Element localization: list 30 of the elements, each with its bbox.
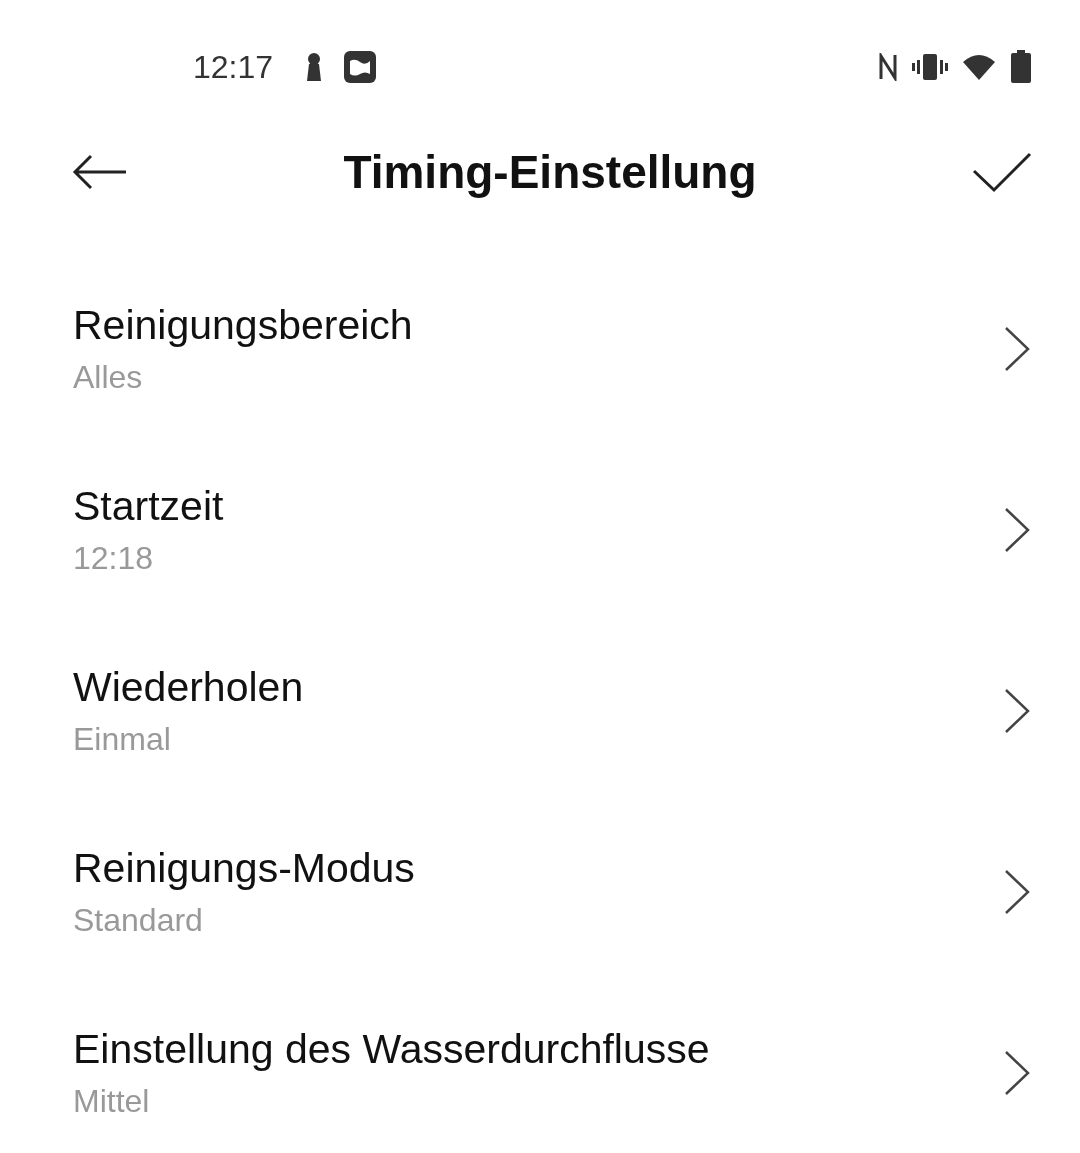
image-icon: [343, 50, 378, 84]
settings-item[interactable]: Startzeit 12:18: [0, 439, 1080, 620]
setting-value: Einmal: [73, 720, 172, 758]
setting-value: 12:18: [73, 539, 155, 577]
nfc-icon: [878, 53, 898, 81]
settings-item[interactable]: Reinigungsbereich Alles: [0, 258, 1080, 439]
chevron-icon: [1004, 325, 1030, 372]
setting-value: Alles: [73, 358, 144, 396]
settings-item[interactable]: Wiederholen Einmal: [0, 620, 1080, 801]
person-icon: [305, 52, 324, 82]
chevron-icon: [1004, 868, 1030, 915]
vibrate-icon: [912, 53, 948, 81]
setting-label: Wiederholen: [73, 663, 304, 711]
status-time: 12:17: [193, 48, 274, 86]
setting-value: Mittel: [73, 1082, 151, 1120]
page-title: Timing-Einstellung: [343, 145, 757, 199]
back-button[interactable]: [72, 154, 128, 190]
setting-label: Einstellung des Wasserdurchflusse: [73, 1025, 710, 1073]
wifi-icon: [962, 53, 996, 81]
setting-label: Startzeit: [73, 482, 224, 530]
setting-value: Standard: [73, 901, 204, 939]
battery-icon: [1010, 50, 1032, 84]
setting-label: Reinigungsbereich: [73, 301, 413, 349]
settings-item[interactable]: Reinigungs-Modus Standard: [0, 801, 1080, 982]
confirm-button[interactable]: [972, 151, 1032, 193]
chevron-icon: [1004, 506, 1030, 553]
chevron-icon: [1004, 1049, 1030, 1096]
settings-item[interactable]: Einstellung des Wasserdurchflusse Mittel: [0, 982, 1080, 1153]
chevron-icon: [1004, 687, 1030, 734]
setting-label: Reinigungs-Modus: [73, 844, 415, 892]
